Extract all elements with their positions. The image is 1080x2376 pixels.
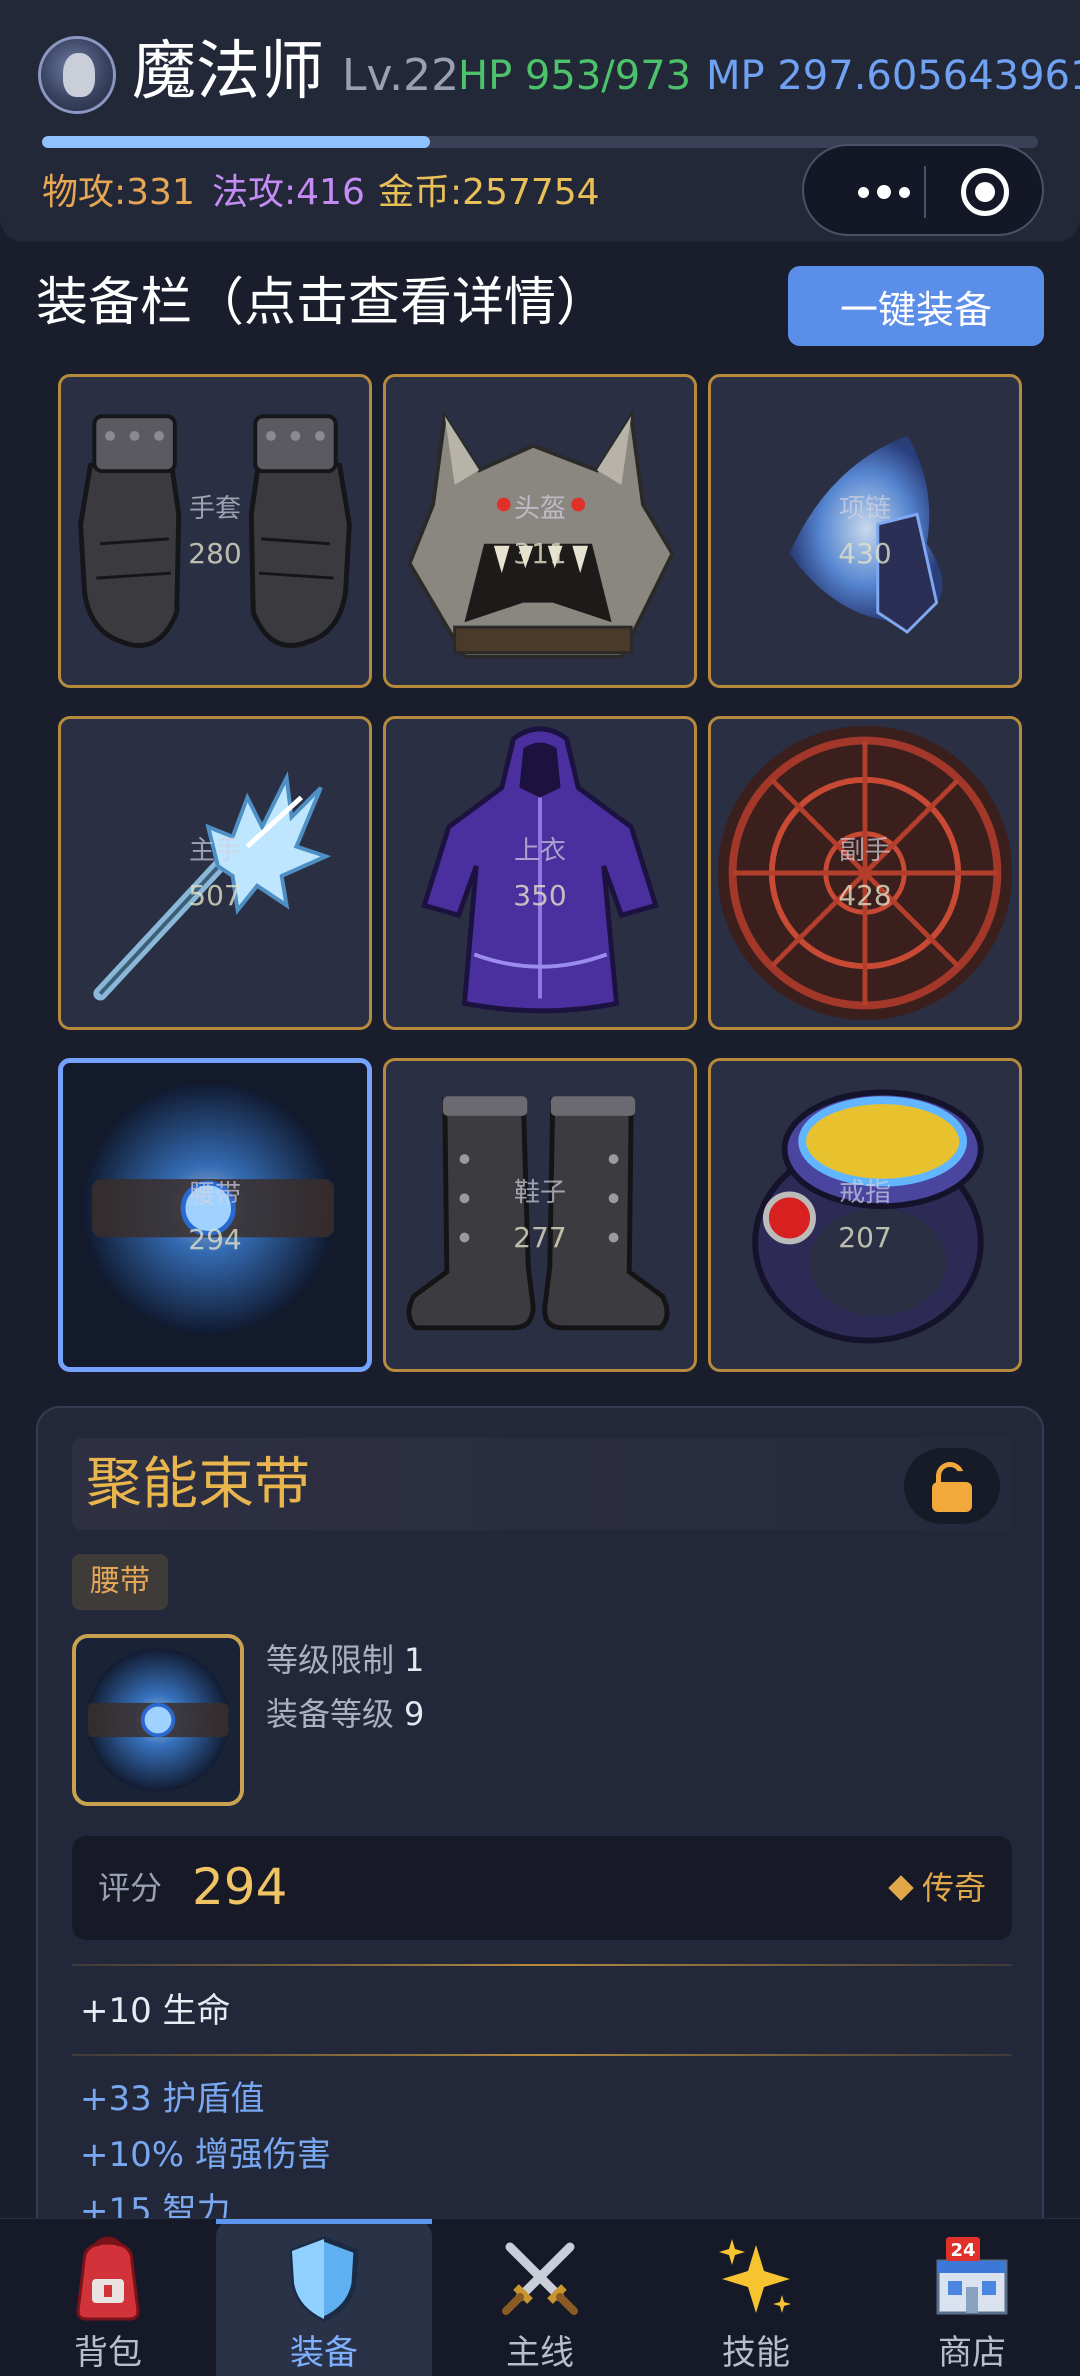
equip-slot-offhand[interactable]: 副手 428: [708, 716, 1022, 1030]
score-box: 评分 294 传奇: [72, 1836, 1012, 1940]
backpack-icon: [76, 2236, 140, 2321]
arcane-belt-icon: [86, 1648, 230, 1792]
miniprogram-capsule: [802, 144, 1044, 236]
equip-level-value: 9: [404, 1695, 425, 1733]
nav-label: 技能: [722, 2333, 790, 2373]
active-tab-indicator: [216, 2219, 432, 2224]
equip-slot-belt[interactable]: 腰带 294: [58, 1058, 372, 1372]
exp-bar-fill: [42, 136, 431, 148]
equip-section-title: 装备栏（点击查看详情）: [36, 273, 609, 333]
divider: [72, 1964, 1012, 1966]
divider: [72, 2054, 1012, 2056]
slot-score: 311: [513, 537, 567, 570]
slot-label: 主手: [188, 836, 241, 866]
sparkles-icon: [719, 2239, 791, 2313]
nav-tab-equipment[interactable]: 装备: [216, 2219, 432, 2376]
slot-score: 507: [188, 879, 242, 912]
store-icon: 24: [936, 2237, 1008, 2315]
nav-tab-shop[interactable]: 24 商店: [864, 2219, 1080, 2376]
diamond-icon: [888, 1875, 914, 1901]
slot-label: 戒指: [838, 1178, 891, 1208]
slot-label: 手套: [188, 494, 241, 524]
nav-label: 主线: [506, 2333, 574, 2373]
player-avatar[interactable]: [38, 36, 116, 114]
physical-attack-stat: 物攻:331: [42, 172, 195, 213]
slot-label: 头盔: [513, 494, 566, 524]
rarity-label: 传奇: [921, 1869, 986, 1907]
nav-label: 商店: [938, 2333, 1006, 2373]
slot-label: 副手: [838, 836, 891, 866]
affix-line: +10% 增强伤害: [80, 2135, 331, 2175]
item-detail-icon: [72, 1634, 244, 1806]
level-requirement-value: 1: [404, 1641, 425, 1679]
svg-text:24: 24: [950, 2240, 975, 2261]
capsule-divider: [924, 166, 926, 218]
equip-slot-helmet[interactable]: 头盔 311: [383, 374, 697, 688]
level-requirement: 等级限制 1: [266, 1636, 424, 1684]
equip-level: 装备等级 9: [266, 1690, 424, 1738]
slot-score: 207: [838, 1221, 892, 1254]
nav-label: 背包: [74, 2333, 142, 2373]
more-icon[interactable]: [834, 168, 934, 216]
equip-slot-gloves[interactable]: 手套 280: [58, 374, 372, 688]
nav-tab-main-quest[interactable]: 主线: [432, 2219, 648, 2376]
equip-slot-ring[interactable]: 戒指 207: [708, 1058, 1022, 1372]
slot-score: 280: [188, 537, 242, 570]
equip-slot-necklace[interactable]: 项链 430: [708, 374, 1022, 688]
score-label: 评分: [98, 1869, 163, 1907]
nav-tab-skills[interactable]: 技能: [648, 2219, 864, 2376]
item-name: 聚能束带: [86, 1452, 310, 1517]
equip-slot-mainhand[interactable]: 主手 507: [58, 716, 372, 1030]
slot-score: 277: [513, 1221, 567, 1254]
wolf-helmet-icon: [407, 410, 675, 659]
nav-tab-backpack[interactable]: 背包: [0, 2219, 216, 2376]
slot-label: 项链: [838, 494, 891, 524]
item-name-bar: 聚能束带: [72, 1438, 1012, 1530]
item-type-badge: 腰带: [72, 1554, 168, 1610]
slot-score: 428: [838, 879, 892, 912]
lock-body: [932, 1482, 972, 1512]
player-name: 魔法师: [132, 35, 324, 109]
equip-all-button[interactable]: 一键装备: [788, 266, 1044, 346]
ice-spear-icon: [93, 771, 332, 1001]
nav-label: 装备: [290, 2333, 358, 2373]
lock-toggle-button[interactable]: [904, 1448, 1000, 1524]
slot-label: 上衣: [513, 836, 566, 866]
iron-boots-icon: [406, 1096, 670, 1331]
magic-attack-stat: 法攻:416: [212, 172, 365, 213]
slot-label: 腰带: [188, 1180, 241, 1210]
player-header: 魔法师 Lv.22 HP 953/973 MP 297.6056439616 物…: [0, 0, 1080, 242]
crossed-swords-icon: [502, 2242, 578, 2315]
gold-stat: 金币:257754: [378, 172, 600, 213]
shield-icon: [289, 2236, 359, 2322]
equip-slot-boots[interactable]: 鞋子 277: [383, 1058, 697, 1372]
player-level: Lv.22: [342, 50, 460, 101]
crystal-necklace-icon: [789, 435, 943, 634]
score-value: 294: [192, 1858, 288, 1916]
purple-robe-icon: [421, 726, 659, 1014]
slot-score: 294: [188, 1223, 242, 1256]
mp-readout: MP 297.6056439616: [706, 53, 1080, 99]
bottom-nav: 背包 装备 主线 技能 24 商店: [0, 2218, 1080, 2376]
slot-score: 430: [838, 537, 892, 570]
gloves-icon: [78, 414, 352, 648]
slot-label: 鞋子: [513, 1178, 566, 1208]
affix-line: +33 护盾值: [80, 2079, 265, 2119]
close-miniprogram-icon[interactable]: [961, 168, 1009, 216]
arcane-belt-icon: [63, 1063, 367, 1367]
rarity-tag: 传奇: [888, 1862, 986, 1914]
equip-slot-armor[interactable]: 上衣 350: [383, 716, 697, 1030]
base-stat: +10 生命: [80, 1991, 231, 2031]
gem-ring-icon: [752, 1089, 984, 1344]
level-requirement-label: 等级限制: [266, 1641, 395, 1679]
round-shield-icon: [717, 725, 1013, 1021]
slot-score: 350: [513, 879, 567, 912]
equip-level-label: 装备等级: [266, 1695, 395, 1733]
hp-readout: HP 953/973: [458, 53, 692, 99]
